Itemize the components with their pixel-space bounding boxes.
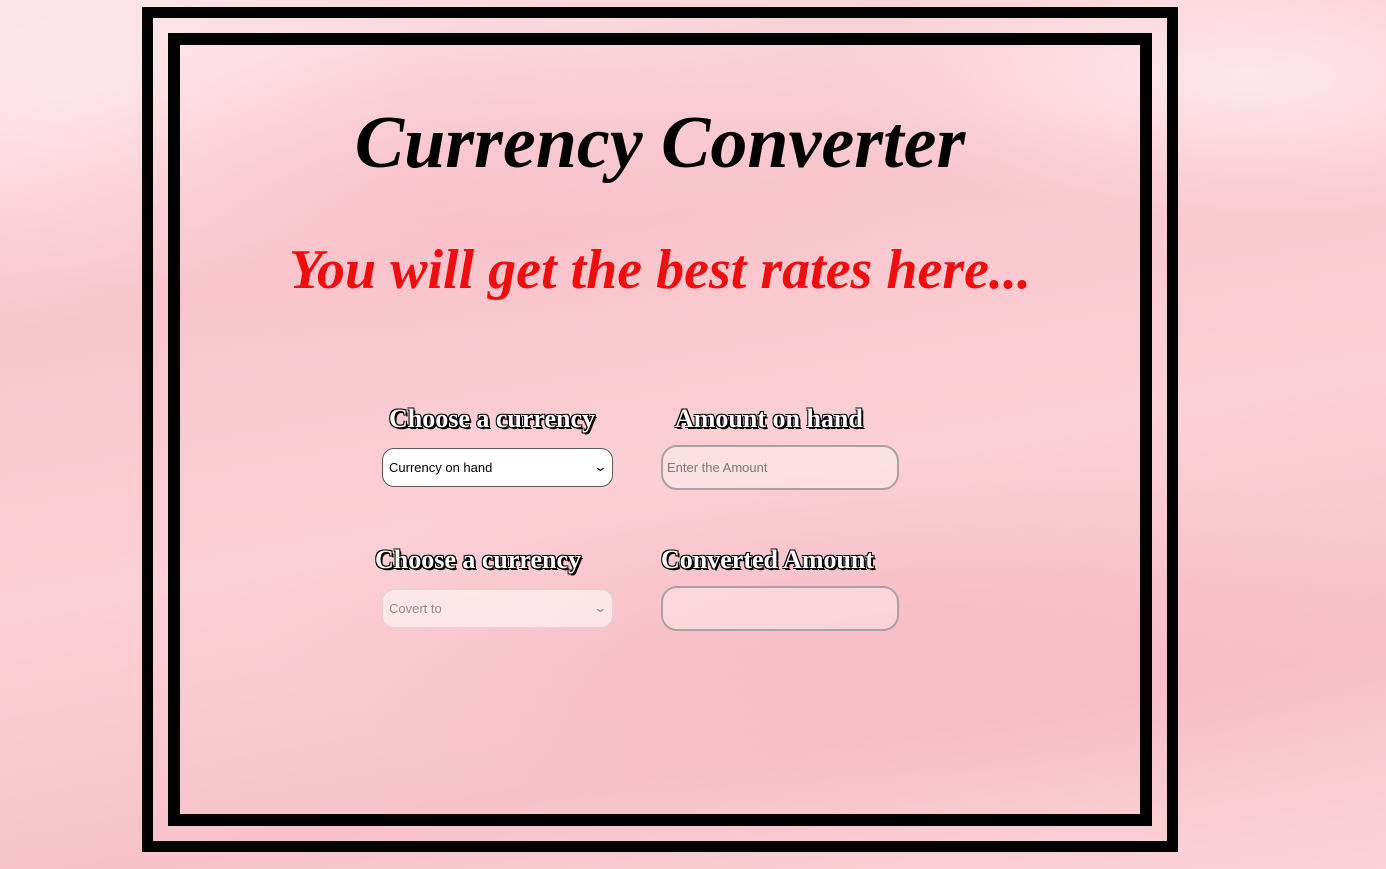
chevron-down-icon: ⌄	[593, 601, 608, 616]
chevron-down-icon: ⌄	[593, 460, 608, 475]
from-currency-select[interactable]: Currency on hand ⌄	[382, 448, 613, 487]
page-title: Currency Converter	[354, 102, 966, 184]
converted-amount-output[interactable]	[661, 586, 899, 631]
from-currency-select-value: Currency on hand	[389, 460, 493, 475]
amount-on-hand-label: Amount on hand	[675, 404, 863, 433]
page-subtitle: You will get the best rates here...	[289, 239, 1031, 301]
amount-input[interactable]	[661, 445, 899, 490]
from-currency-label: Choose a currency	[389, 404, 596, 433]
converted-amount-label: Converted Amount	[661, 545, 875, 574]
to-currency-select-value: Covert to	[389, 601, 442, 616]
to-currency-select[interactable]: Covert to ⌄	[382, 589, 613, 628]
to-currency-label: Choose a currency	[375, 545, 582, 574]
